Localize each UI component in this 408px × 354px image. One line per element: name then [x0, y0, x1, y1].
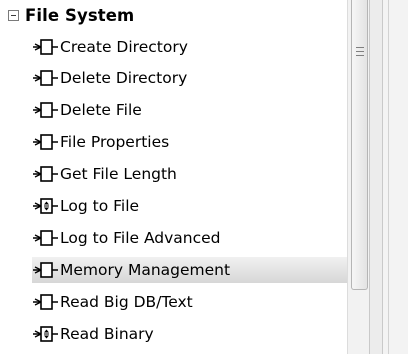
tree-group-label: File System	[25, 5, 135, 25]
tree-item-read-big-db-text[interactable]: Read Big DB/Text	[32, 289, 348, 315]
block-node-icon	[33, 294, 58, 310]
tree-group-file-system[interactable]: File System	[8, 2, 134, 28]
adjacent-pane	[383, 0, 408, 354]
block-node-icon	[33, 166, 58, 182]
tree-item-delete-file[interactable]: Delete File	[32, 97, 348, 123]
tree-item-label: Log to File	[60, 197, 140, 215]
tree-item-memory-management[interactable]: Memory Management	[32, 257, 348, 283]
grip-lines-icon	[356, 47, 364, 59]
tree-item-create-directory[interactable]: Create Directory	[32, 34, 348, 60]
vertical-scrollbar[interactable]	[347, 0, 369, 354]
tree-item-label: Get File Length	[60, 165, 177, 183]
scrollbar-thumb[interactable]	[351, 0, 368, 290]
block-node-icon	[33, 262, 58, 278]
tree-item-label: File Properties	[60, 133, 170, 151]
block-node-icon	[33, 70, 58, 86]
block-node-icon	[33, 230, 58, 246]
tree-item-log-to-file[interactable]: Log to File	[32, 193, 348, 219]
tree-item-file-properties[interactable]: File Properties	[32, 129, 348, 155]
tree-item-delete-directory[interactable]: Delete Directory	[32, 65, 348, 91]
pane-splitter[interactable]	[369, 0, 383, 354]
expandable-block-node-icon	[33, 326, 58, 342]
tree-item-label: Read Big DB/Text	[60, 293, 193, 311]
block-node-icon	[33, 102, 58, 118]
tree-item-read-binary[interactable]: Read Binary	[32, 321, 348, 347]
tree-item-label: Log to File Advanced	[60, 229, 221, 247]
tree-item-label: Read Binary	[60, 325, 154, 343]
pane-divider	[388, 0, 389, 354]
tree-item-label: Create Directory	[60, 38, 188, 56]
tree-item-get-file-length[interactable]: Get File Length	[32, 161, 348, 187]
tree-item-label: Delete Directory	[60, 69, 188, 87]
block-node-icon	[33, 39, 58, 55]
tree-view: File System Create Directory Delete Dire…	[0, 0, 348, 354]
collapse-minus-icon[interactable]	[8, 9, 19, 21]
tree-item-log-to-file-advanced[interactable]: Log to File Advanced	[32, 225, 348, 251]
tree-item-label: Memory Management	[60, 261, 231, 279]
block-node-icon	[33, 134, 58, 150]
tree-item-label: Delete File	[60, 101, 142, 119]
expandable-block-node-icon	[33, 198, 58, 214]
